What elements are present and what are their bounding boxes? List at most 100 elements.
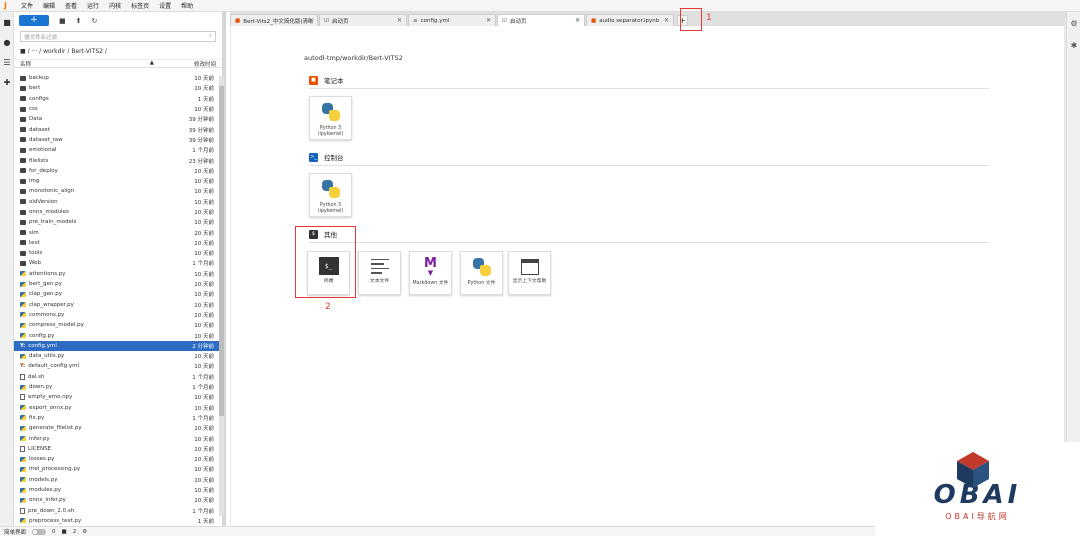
folder-row[interactable]: css 10 天前 [14, 104, 220, 114]
file-filter-input[interactable]: 搜文件名过滤 ⌕ [20, 31, 216, 42]
file-row[interactable]: bert_gen.py 10 天前 [14, 279, 220, 289]
tab-config-yml[interactable]: ≡ config.yml ✕ [408, 14, 496, 26]
toc-icon[interactable]: ☰ [0, 52, 14, 72]
menu-tabs[interactable]: 标签页 [131, 1, 149, 10]
folder-row[interactable]: text 10 天前 [14, 238, 220, 248]
file-row[interactable]: empty_emo.npy 10 天前 [14, 392, 220, 402]
name-column-header[interactable]: 名称 [20, 60, 31, 68]
menu-file[interactable]: 文件 [21, 1, 33, 10]
debugger-icon[interactable]: ✱ [1067, 34, 1080, 56]
markdown-file-card[interactable]: M ▼ Markdown 文件 [409, 251, 452, 295]
menu-kernel[interactable]: 内核 [109, 1, 121, 10]
folder-row[interactable]: tools 10 天前 [14, 248, 220, 258]
tab-notebook-bert[interactable]: ■ Bert-Vits2_中文简化版(清晰)(● [230, 14, 318, 26]
folder-row[interactable]: emotional 1 个月前 [14, 145, 220, 155]
file-row[interactable]: export_onnx.py 10 天前 [14, 403, 220, 413]
close-icon[interactable]: ✕ [397, 17, 402, 24]
folder-row[interactable]: Web 1 个月前 [14, 258, 220, 268]
folder-row[interactable]: onnx_modules 10 天前 [14, 207, 220, 217]
tab-launcher-2[interactable]: ☑ 启动页 ✕ [497, 14, 585, 26]
file-name-cell: Data [20, 116, 42, 122]
file-row[interactable]: data_utils.py 10 天前 [14, 351, 220, 361]
file-row[interactable]: losses.py 10 天前 [14, 454, 220, 464]
file-row[interactable]: compress_model.py 10 天前 [14, 320, 220, 330]
file-row[interactable]: generate_filelist.py 10 天前 [14, 423, 220, 433]
file-row[interactable]: fix.py 1 个月前 [14, 413, 220, 423]
modified-time: 10 天前 [194, 271, 214, 278]
menu-edit[interactable]: 编辑 [43, 1, 55, 10]
text-file-card[interactable]: 文本文件 [358, 251, 401, 295]
close-icon[interactable]: ✕ [575, 17, 580, 24]
modified-time: 10 天前 [194, 199, 214, 206]
menu-run[interactable]: 运行 [87, 1, 99, 10]
file-list-scrollbar[interactable] [219, 76, 224, 516]
file-name-cell: clap_gen.py [20, 291, 62, 297]
folder-row[interactable]: for_deploy 10 天前 [14, 166, 220, 176]
modified-column-header[interactable]: 修改时间 [194, 60, 216, 68]
file-row[interactable]: config.py 10 天前 [14, 330, 220, 340]
folder-row[interactable]: bert 10 天前 [14, 83, 220, 93]
file-row[interactable]: modules.py 10 天前 [14, 485, 220, 495]
folder-row[interactable]: oldVersion 10 天前 [14, 197, 220, 207]
python3-console-card[interactable]: Python 3 (ipykernel) [309, 173, 352, 217]
folder-row[interactable]: configs 1 天前 [14, 94, 220, 104]
tab-audio-separator[interactable]: ■ audio separator.ipynb ✕ [586, 14, 674, 26]
folder-row[interactable]: filelists 23 分钟前 [14, 155, 220, 165]
folder-row[interactable]: dataset 39 分钟前 [14, 124, 220, 134]
running-icon[interactable]: ● [0, 32, 14, 52]
folder-icon[interactable]: ■ [0, 12, 14, 32]
file-row[interactable]: Y: config.yml 2 分钟前 [14, 340, 220, 352]
file-row[interactable]: infer.py 10 天前 [14, 433, 220, 443]
context-help-card[interactable]: 显示上下文帮助 [508, 251, 551, 295]
property-inspector-icon[interactable]: ⚙ [1067, 12, 1080, 34]
jupyter-logo-icon[interactable]: J [4, 1, 12, 10]
python3-notebook-card[interactable]: Python 3 (ipykernel) [309, 96, 352, 140]
close-icon[interactable]: ✕ [664, 17, 669, 24]
python-file-card[interactable]: Python 文件 [460, 251, 503, 295]
breadcrumb[interactable]: ■ / ··· / workdir / Bert-VITS2 / [14, 45, 222, 57]
file-row[interactable]: Y: default_config.yml 10 天前 [14, 361, 220, 371]
modified-time: 1 个月前 [192, 148, 214, 155]
simple-mode-toggle[interactable] [32, 528, 47, 535]
new-folder-icon[interactable]: ■ [59, 17, 66, 25]
modified-time: 10 天前 [194, 76, 214, 83]
folder-row[interactable]: backup 10 天前 [14, 73, 220, 83]
folder-row[interactable]: Data 39 分钟前 [14, 114, 220, 124]
file-row[interactable]: onnx_infer.py 10 天前 [14, 495, 220, 505]
scrollbar-thumb[interactable] [219, 86, 224, 416]
markdown-icon: M ▼ [424, 256, 437, 277]
folder-row[interactable]: pre_train_models 10 天前 [14, 217, 220, 227]
new-launcher-button[interactable]: + [19, 15, 49, 26]
file-row[interactable]: down.py 1 个月前 [14, 382, 220, 392]
upload-icon[interactable]: ⬆ [76, 17, 82, 25]
file-name: preprocess_text.py [29, 517, 82, 524]
settings-icon[interactable]: ⚙ [82, 529, 87, 535]
tab-launcher-1[interactable]: ☑ 启动页 ✕ [319, 14, 407, 26]
refresh-icon[interactable]: ↻ [92, 17, 98, 25]
file-name: compress_model.py [29, 322, 84, 329]
file-row[interactable]: commons.py 10 天前 [14, 310, 220, 320]
menu-settings[interactable]: 设置 [159, 1, 171, 10]
file-name-cell: config.py [20, 333, 54, 339]
folder-row[interactable]: dataset_raw 39 分钟前 [14, 135, 220, 145]
file-name: mel_processing.py [29, 466, 81, 473]
file-row[interactable]: dal.sh 1 个月前 [14, 372, 220, 382]
file-row[interactable]: clap_gen.py 10 天前 [14, 289, 220, 299]
close-icon[interactable]: ✕ [486, 17, 491, 24]
kernel-status-icon[interactable]: ■ [62, 529, 67, 535]
folder-row[interactable]: monotonic_align 10 天前 [14, 186, 220, 196]
menu-view[interactable]: 查看 [65, 1, 77, 10]
menu-help[interactable]: 帮助 [181, 1, 193, 10]
file-row[interactable]: clap_wrapper.py 10 天前 [14, 300, 220, 310]
folder-row[interactable]: img 10 天前 [14, 176, 220, 186]
file-row[interactable]: models.py 10 天前 [14, 475, 220, 485]
file-row[interactable]: mel_processing.py 10 天前 [14, 464, 220, 474]
file-row[interactable]: attentions.py 10 天前 [14, 269, 220, 279]
file-row[interactable]: LICENSE 10 天前 [14, 444, 220, 454]
folder-row[interactable]: slm 20 天前 [14, 227, 220, 237]
file-row[interactable]: pre_down_2.0.sh 1 个月前 [14, 505, 220, 515]
file-row[interactable]: preprocess_text.py 1 天前 [14, 516, 220, 526]
file-name: bert [29, 85, 41, 92]
sort-arrow-icon[interactable]: ▲ [150, 60, 154, 68]
extension-icon[interactable]: ✚ [0, 72, 14, 92]
